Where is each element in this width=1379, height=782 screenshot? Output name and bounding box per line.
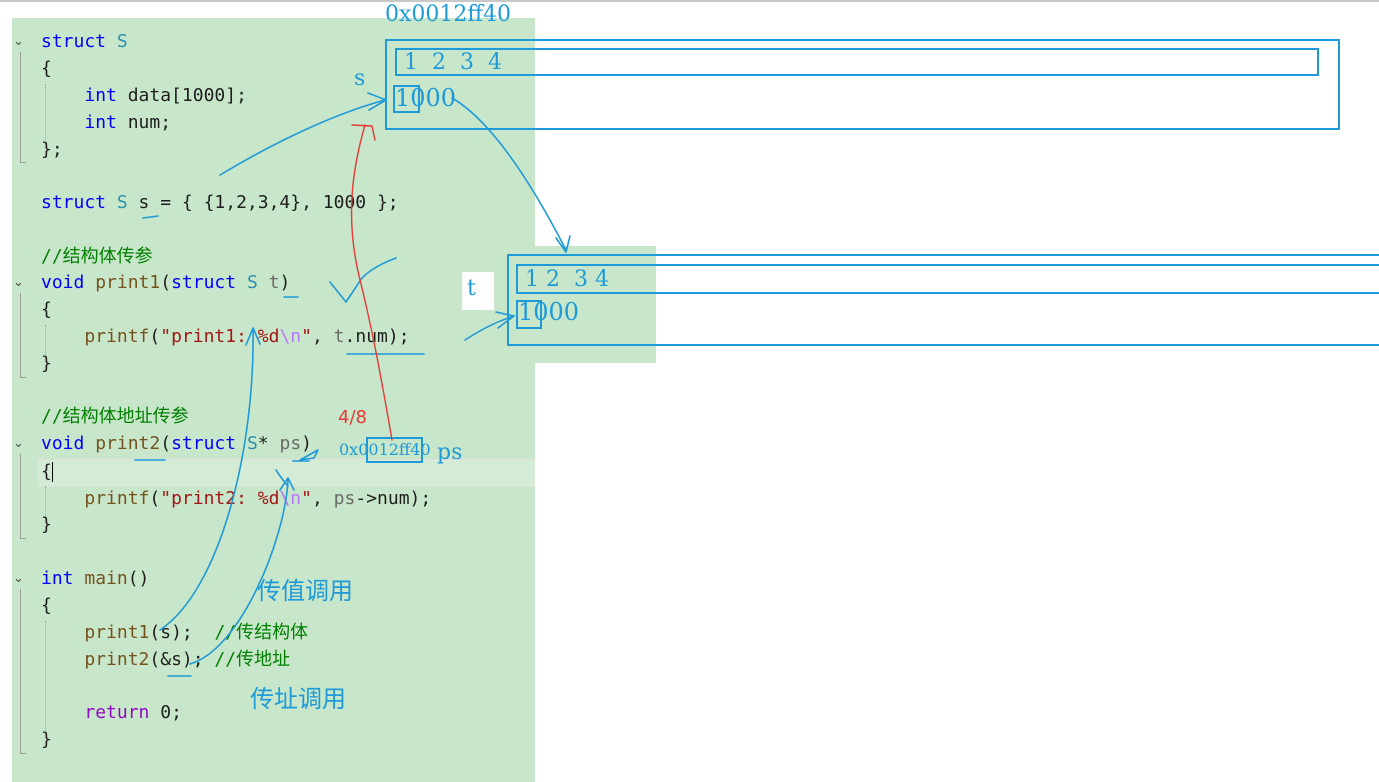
arrow-call1-to-print1 bbox=[159, 329, 254, 631]
pencil-mark bbox=[299, 449, 319, 461]
arrowhead bbox=[495, 311, 515, 329]
arrow-call2-to-print2 bbox=[189, 479, 289, 665]
arrow-s-to-struct bbox=[219, 99, 386, 176]
arrow-ps-to-s bbox=[350, 124, 393, 441]
arrow-t-param bbox=[464, 315, 515, 341]
arrow-copy-to-t bbox=[451, 97, 567, 251]
annotation-strokes bbox=[134, 92, 571, 677]
marker-ps-tick bbox=[275, 469, 289, 487]
checkmark bbox=[329, 257, 397, 303]
underline-s-var bbox=[142, 215, 159, 219]
